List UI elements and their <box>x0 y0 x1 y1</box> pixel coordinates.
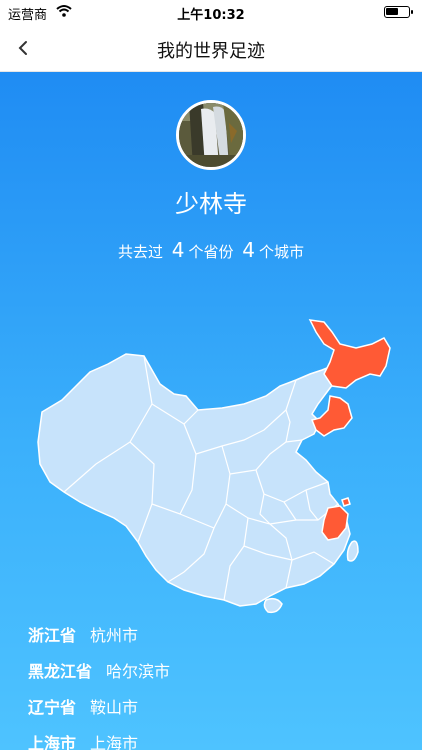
map-shanghai <box>341 497 351 507</box>
city-name: 上海市 <box>90 734 139 750</box>
user-name: 少林寺 <box>175 190 247 218</box>
page-title: 我的世界足迹 <box>157 41 265 62</box>
province-name: 浙江省 <box>28 626 77 645</box>
province-count: 4 <box>171 238 185 262</box>
visited-list: 浙江省 杭州市 黑龙江省 哈尔滨市 辽宁省 鞍山市 上海市 上海市 <box>28 624 408 750</box>
city-name: 哈尔滨市 <box>106 662 171 681</box>
visit-stats: 共去过 4 个省份 4 个城市 <box>0 238 422 262</box>
stats-prefix: 共去过 <box>117 243 163 261</box>
battery-icon <box>384 6 413 18</box>
province-unit: 个省份 <box>188 243 234 261</box>
province-name: 上海市 <box>28 734 77 750</box>
navigation-bar: 我的世界足迹 <box>0 24 422 72</box>
city-name: 鞍山市 <box>90 698 139 717</box>
china-map <box>37 319 391 614</box>
status-time: 上午10:32 <box>177 8 245 23</box>
visited-item-shanghai[interactable]: 上海市 上海市 <box>28 732 408 750</box>
province-name: 黑龙江省 <box>28 662 93 681</box>
city-name: 杭州市 <box>90 626 139 645</box>
city-unit: 个城市 <box>259 243 305 261</box>
map-hainan <box>263 597 283 614</box>
avatar[interactable] <box>176 100 246 170</box>
visited-item-zhejiang[interactable]: 浙江省 杭州市 <box>28 624 408 660</box>
footprint-panel: 少林寺 共去过 4 个省份 4 个城市 浙江省 杭州市 黑龙江省 哈尔滨市 辽宁… <box>0 72 422 750</box>
map-mainland <box>37 353 351 607</box>
map-taiwan <box>346 540 359 562</box>
waterfall-photo <box>179 103 243 167</box>
city-count: 4 <box>242 238 256 262</box>
visited-item-heilongjiang[interactable]: 黑龙江省 哈尔滨市 <box>28 660 408 696</box>
province-name: 辽宁省 <box>28 698 77 717</box>
visited-item-liaoning[interactable]: 辽宁省 鞍山市 <box>28 696 408 732</box>
status-bar: 运营商 上午10:32 <box>0 0 422 24</box>
